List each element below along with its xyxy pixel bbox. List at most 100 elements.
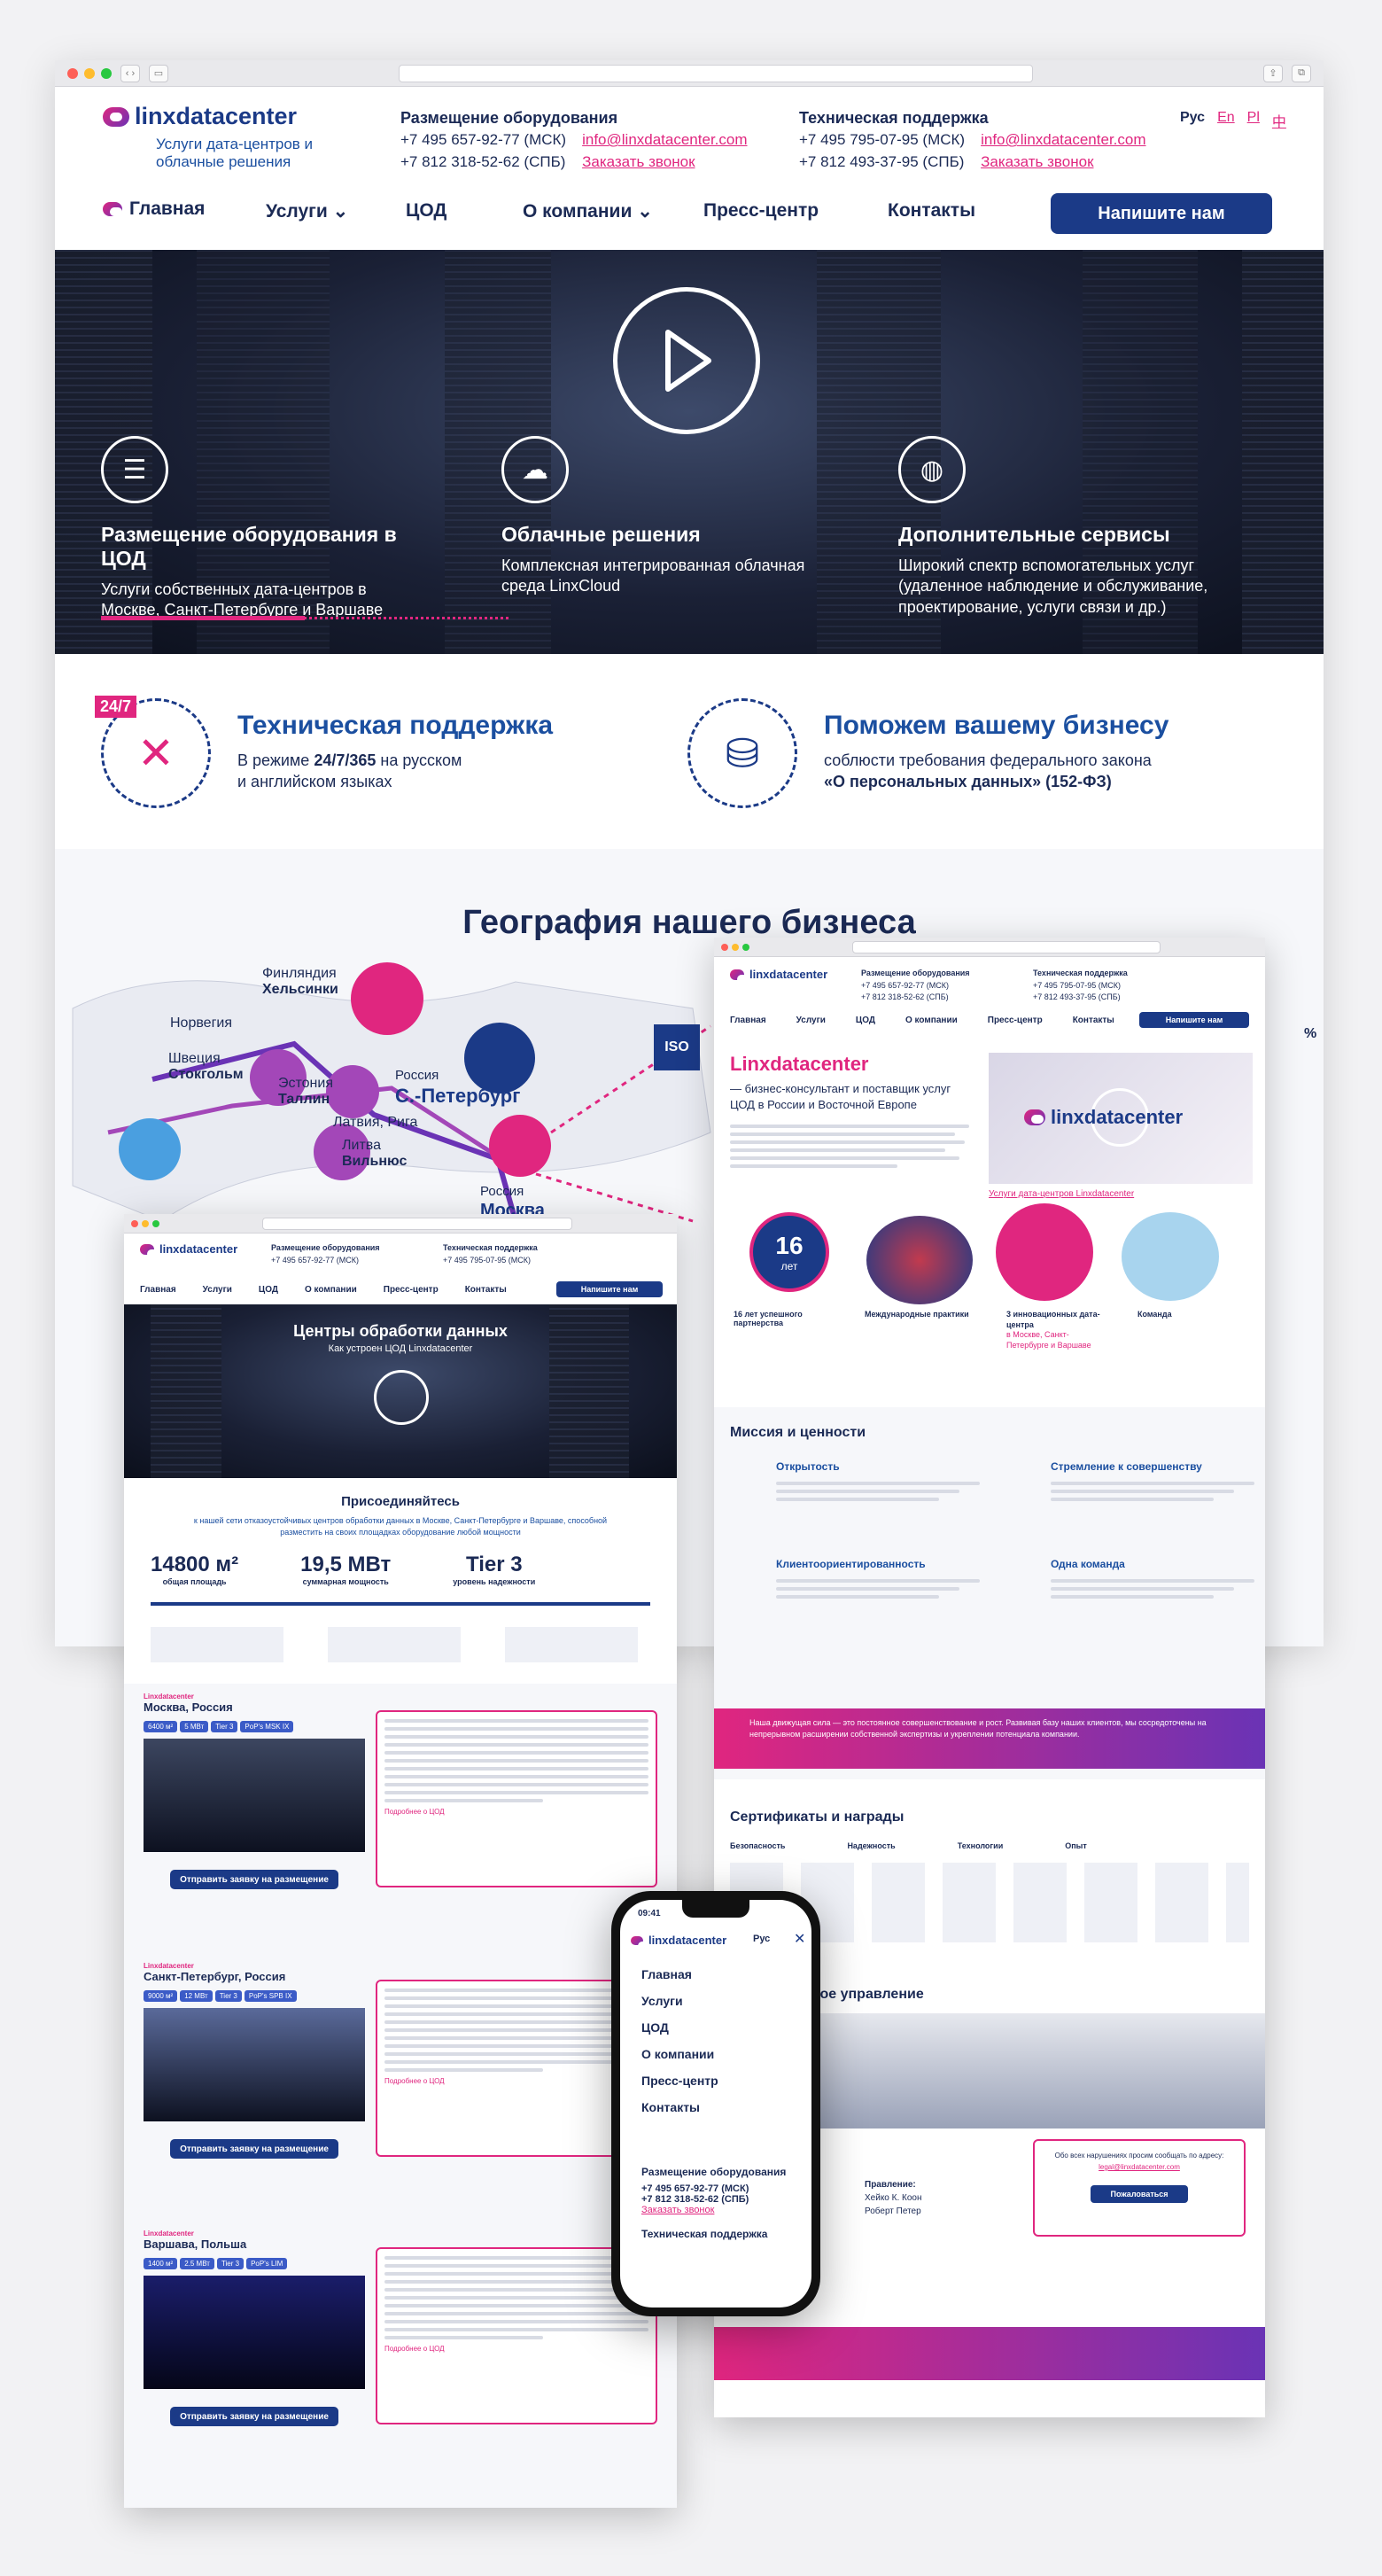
phone-notch [682,1900,749,1918]
node-helsinki[interactable] [351,962,423,1035]
label-lithuania: Литва Вильнюс [342,1138,408,1169]
about-nav-home[interactable]: Главная [730,1016,766,1025]
about-address-bar[interactable] [852,940,1161,953]
lang-ru[interactable]: Рус [1180,110,1205,131]
dc-play-icon[interactable] [374,1370,429,1425]
mobile-callback-link[interactable]: Заказать звонок [641,2205,801,2215]
tabs-icon[interactable]: ⧉ [1292,64,1311,82]
support-phone-spb[interactable]: +7 812 493-37-95 (СПБ) [799,152,965,174]
hero-s3-desc: Широкий спектр вспомогательных услуг (уд… [898,556,1208,616]
phone-msk[interactable]: +7 495 657-92-77 (МСК) [400,129,566,152]
dc-moscow-order-button[interactable]: Отправить заявку на размещение [170,1870,338,1889]
geo-title: География нашего бизнеса [462,904,916,941]
dc-nav-home[interactable]: Главная [140,1285,176,1295]
mobile-menu-dc[interactable]: ЦОД [641,2020,718,2035]
mobile-lang[interactable]: Рус [753,1934,770,1944]
logo-tagline: Услуги дата-центров и облачные решения [156,136,314,171]
write-us-button[interactable]: Напишите нам [1051,193,1272,234]
dc-warsaw-more-link[interactable]: Подробнее о ЦОД [384,2345,648,2353]
mobile-phone-mockup: 09:41 linxdatacenter Рус ✕ Главная Услуг… [611,1891,820,2316]
report-button[interactable]: Пожаловаться [1091,2185,1188,2203]
hero-service-cloud[interactable]: ☁ Облачные решения Комплексная интегриро… [501,436,820,597]
site-logo[interactable]: linxdatacenter Услуги дата-центров и обл… [103,103,360,172]
dc-spb-order-button[interactable]: Отправить заявку на размещение [170,2139,338,2159]
mission-title: Миссия и ценности [730,1425,866,1440]
mobile-menu-press[interactable]: Пресс-центр [641,2074,718,2088]
back-forward-icon[interactable]: ‹ › [120,64,140,82]
about-video[interactable]: linxdatacenter [989,1053,1253,1184]
nav-dc[interactable]: ЦОД [406,200,446,222]
support-email-link[interactable]: info@linxdatacenter.com [981,129,1145,152]
support-callback-link[interactable]: Заказать звонок [981,152,1145,174]
dc-warsaw-order-button[interactable]: Отправить заявку на размещение [170,2407,338,2426]
hero-s3-title: Дополнительные сервисы [898,523,1170,546]
cert-experience: Опыт [1065,1841,1087,1850]
minimize-dot[interactable] [84,67,95,79]
about-nav-press[interactable]: Пресс-центр [988,1016,1043,1025]
dc-spb-more-link[interactable]: Подробнее о ЦОД [384,2077,648,2085]
about-nav-about[interactable]: О компании [905,1016,958,1025]
about-write-us-button[interactable]: Напишите нам [1139,1012,1249,1028]
metric-tier: Tier 3 [465,1553,523,1576]
node-moscow[interactable] [489,1115,551,1177]
email-link[interactable]: info@linxdatacenter.com [582,129,747,152]
phone-spb[interactable]: +7 812 318-52-62 (СПБ) [400,152,566,174]
nav-services[interactable]: Услуги ⌄ [266,200,348,222]
lang-pl[interactable]: Pl [1247,110,1260,131]
dc-nav-dc[interactable]: ЦОД [259,1285,278,1295]
hero-service-extra[interactable]: ◍ Дополнительные сервисы Широкий спектр … [898,436,1253,618]
dc-nav-contacts[interactable]: Контакты [465,1285,507,1295]
mobile-logo[interactable]: linxdatacenter [631,1934,726,1950]
maximize-dot[interactable] [101,67,112,79]
dc-write-us-button[interactable]: Напишите нам [556,1281,663,1297]
callback-link[interactable]: Заказать звонок [582,152,747,174]
mobile-close-icon[interactable]: ✕ [794,1930,805,1948]
sidebar-icon[interactable]: ▭ [149,64,168,82]
dc-nav-about[interactable]: О компании [305,1285,357,1295]
nav-home[interactable]: Главная [103,198,205,220]
dc-nav-services[interactable]: Услуги [203,1285,232,1295]
value-openness: Открытость [776,1460,980,1506]
about-nav-services[interactable]: Услуги [796,1016,826,1025]
certs-title: Сертификаты и награды [730,1809,905,1825]
about-nav-dc[interactable]: ЦОД [856,1016,875,1025]
header-col2-title: Техническая поддержка [799,109,989,127]
nav-press[interactable]: Пресс-центр [703,200,819,222]
node-amsterdam[interactable] [119,1118,181,1180]
window-controls[interactable] [67,67,112,79]
report-email[interactable]: legal@linxdatacenter.com [1045,2163,1233,2171]
about-nav-contacts[interactable]: Контакты [1073,1016,1114,1025]
dc-logo[interactable]: linxdatacenter [140,1242,237,1258]
hero-service-colocation[interactable]: ☰ Размещение оборудования в ЦОД Услуги с… [101,436,420,621]
management-title: вное управление [803,1987,924,2002]
close-dot[interactable] [67,67,78,79]
address-bar[interactable] [399,64,1033,82]
hero-slider-progress[interactable] [101,616,509,621]
mobile-menu-home[interactable]: Главная [641,1967,718,1981]
mobile-menu-contacts[interactable]: Контакты [641,2100,718,2114]
nav-contacts[interactable]: Контакты [888,200,975,222]
browser-toolbar: ‹ › ▭ ⇪ ⧉ [55,60,1324,87]
stat-practices: Международные практики [865,1310,969,1319]
stat-dcs: 3 инновационных дата-центра в Москве, Сан… [1006,1310,1100,1350]
about-logo[interactable]: linxdatacenter [730,968,827,984]
node-tallinn[interactable] [326,1065,379,1118]
dc-hero: Центры обработки данных Как устроен ЦОД … [124,1304,677,1478]
share-icon[interactable]: ⇪ [1263,64,1283,82]
nav-home-label: Главная [129,198,206,219]
dc-address-bar[interactable] [262,1217,572,1230]
mobile-menu-about[interactable]: О компании [641,2047,718,2061]
iso-badge: ISO [654,1024,700,1070]
mobile-menu-services[interactable]: Услуги [641,1994,718,2008]
hero-banner: ☰ Размещение оборудования в ЦОД Услуги с… [55,250,1324,654]
lang-en[interactable]: En [1217,110,1235,131]
nav-about[interactable]: О компании ⌄ [523,200,653,222]
hero-slider-progress-fill [101,616,305,620]
play-video-button[interactable] [613,287,760,434]
support-phone-msk[interactable]: +7 495 795-07-95 (МСК) [799,129,965,152]
dc-moscow-more-link[interactable]: Подробнее о ЦОД [384,1808,648,1816]
globe-icon: ◍ [898,436,966,503]
about-video-caption[interactable]: Услуги дата-центров Linxdatacenter [989,1189,1134,1199]
lang-zh[interactable]: 中 [1272,110,1286,131]
dc-nav-press[interactable]: Пресс-центр [384,1285,439,1295]
